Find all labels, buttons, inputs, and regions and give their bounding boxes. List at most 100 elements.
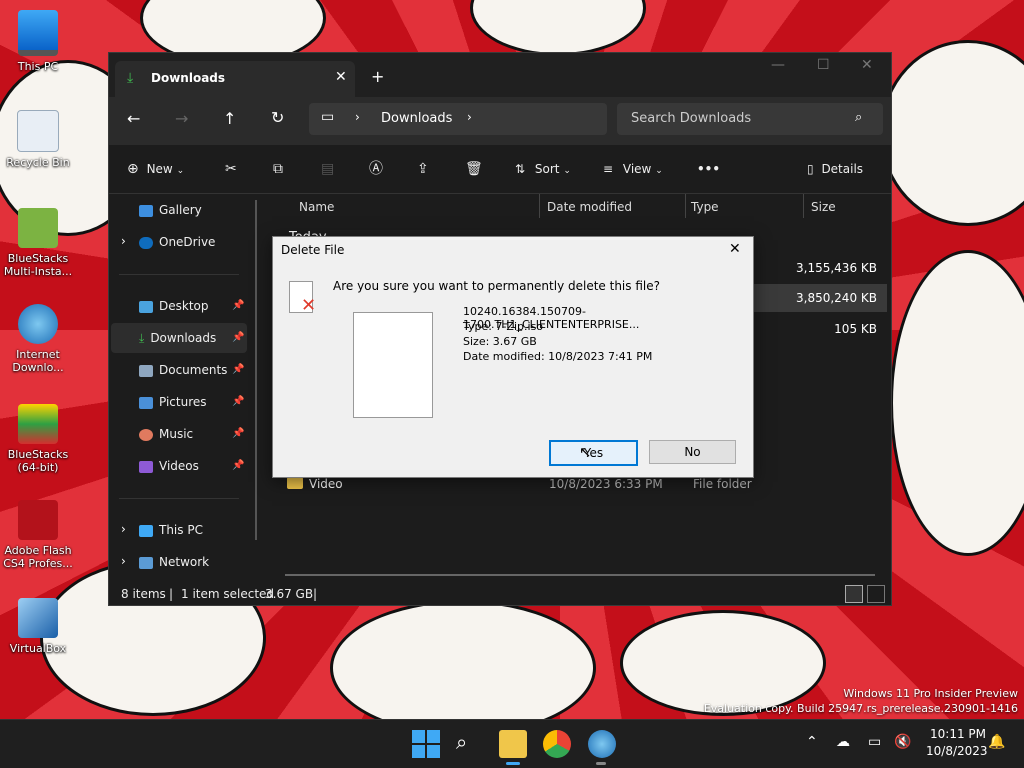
search-box[interactable]: Search Downloads ⌕ xyxy=(617,103,883,135)
sidebar-item-onedrive[interactable]: OneDrive xyxy=(139,228,215,256)
desktop-icon-recycle-bin[interactable]: Recycle Bin xyxy=(2,110,74,169)
minimize-button[interactable]: — xyxy=(771,57,785,73)
column-divider xyxy=(803,194,804,218)
sidebar-item-label: This PC xyxy=(159,523,203,537)
delete-icon[interactable]: 🗑 xyxy=(465,157,483,181)
file-explorer-taskbar-icon[interactable] xyxy=(499,730,527,758)
sidebar-item-downloads[interactable]: ⤓ Downloads xyxy=(139,324,216,352)
address-bar[interactable]: ▭ › Downloads › xyxy=(309,103,607,135)
sidebar-item-desktop[interactable]: Desktop xyxy=(139,292,209,320)
close-tab-icon[interactable]: ✕ xyxy=(335,69,347,85)
sidebar-item-label: Music xyxy=(159,427,194,441)
view-button[interactable]: ≡ View ⌄ xyxy=(603,157,663,181)
desktop-icon-label: Adobe Flash CS4 Profes... xyxy=(3,544,73,570)
chrome-icon[interactable] xyxy=(543,730,571,758)
column-header-name[interactable]: Name xyxy=(299,200,334,214)
sort-button[interactable]: ⇅ Sort ⌄ xyxy=(515,157,571,181)
chevron-right-icon[interactable]: › xyxy=(121,234,126,248)
onedrive-icon xyxy=(139,236,153,249)
breadcrumb-location[interactable]: Downloads xyxy=(381,111,452,126)
yes-button[interactable]: Yes xyxy=(549,440,638,466)
maximize-button[interactable]: ☐ xyxy=(817,57,830,73)
sidebar-item-label: Videos xyxy=(159,459,199,473)
command-bar: ⊕ New ⌄ ✂ ⧉ ▤ Ⓐ ⇪ 🗑 ⇅ Sort ⌄ ≡ View ⌄ ••… xyxy=(109,145,891,194)
new-tab-button[interactable]: + xyxy=(371,67,384,86)
up-arrow-icon[interactable]: ↑ xyxy=(223,109,236,128)
chevron-right-icon[interactable]: › xyxy=(121,554,126,568)
desktop-icon-bluestacks-multi[interactable]: BlueStacks Multi-Insta... xyxy=(2,208,74,278)
search-icon[interactable]: ⌕ xyxy=(456,730,484,758)
close-icon[interactable]: ✕ xyxy=(729,241,741,257)
sidebar-item-videos[interactable]: Videos xyxy=(139,452,199,480)
sidebar-item-gallery[interactable]: Gallery xyxy=(139,196,202,224)
title-bar: ⤓ Downloads ✕ + — ☐ ✕ xyxy=(109,53,891,97)
horizontal-scrollbar[interactable] xyxy=(285,574,875,576)
windows-watermark: Windows 11 Pro Insider Preview Evaluatio… xyxy=(704,686,1018,716)
back-arrow-icon[interactable]: ← xyxy=(127,109,140,128)
this-pc-icon xyxy=(139,524,153,537)
column-header-type[interactable]: Type xyxy=(691,200,719,214)
chevron-right-icon[interactable]: › xyxy=(121,522,126,536)
pc-icon: ▭ xyxy=(321,109,335,125)
file-size-cell: 105 KB xyxy=(834,322,877,336)
onedrive-tray-icon[interactable]: ☁ xyxy=(836,734,850,750)
forward-arrow-icon[interactable]: → xyxy=(175,109,188,128)
file-size-text: Size: 3.67 GB xyxy=(463,335,537,348)
videos-icon xyxy=(139,460,153,473)
more-options-icon[interactable]: ••• xyxy=(697,157,720,181)
sidebar-item-documents[interactable]: Documents xyxy=(139,356,227,384)
sidebar-item-network[interactable]: Network xyxy=(139,548,209,576)
chevron-down-icon: ⌄ xyxy=(176,166,185,176)
mouse-cursor-icon: ↖ xyxy=(579,443,592,461)
column-header-date[interactable]: Date modified xyxy=(547,200,632,214)
copy-icon[interactable]: ⧉ xyxy=(273,157,283,181)
tab-title: Downloads xyxy=(151,71,226,85)
status-bar: 8 items | 1 item selected 3.67 GB | xyxy=(109,583,891,605)
active-app-indicator xyxy=(506,762,520,765)
pin-icon: 📌 xyxy=(232,428,245,439)
file-thumbnail-icon xyxy=(353,312,433,418)
rename-icon[interactable]: Ⓐ xyxy=(369,157,383,181)
clock-time[interactable]: 10:11 PM xyxy=(930,727,986,741)
no-button[interactable]: No xyxy=(649,440,736,464)
sidebar-item-this-pc[interactable]: This PC xyxy=(139,516,203,544)
paste-icon[interactable]: ▤ xyxy=(321,157,334,181)
desktop-icon-label: VirtualBox xyxy=(9,642,67,655)
column-header-size[interactable]: Size xyxy=(811,200,836,214)
desktop-icon-internet-download[interactable]: Internet Downlo... xyxy=(2,304,74,374)
notification-bell-icon[interactable]: 🔔 xyxy=(988,734,1005,750)
selected-count: 1 item selected xyxy=(181,587,275,601)
cut-icon[interactable]: ✂ xyxy=(225,157,237,181)
view-label: View xyxy=(622,162,652,176)
desktop-icon-adobe-flash[interactable]: Adobe Flash CS4 Profes... xyxy=(2,500,74,570)
pin-icon: 📌 xyxy=(232,364,245,375)
display-tray-icon[interactable]: ▭ xyxy=(868,734,881,750)
chevron-up-icon[interactable]: ⌃ xyxy=(806,734,818,750)
desktop-icon-this-pc[interactable]: This PC xyxy=(2,10,74,73)
close-window-button[interactable]: ✕ xyxy=(861,57,873,73)
details-view-icon[interactable] xyxy=(845,585,863,603)
refresh-icon[interactable]: ↻ xyxy=(271,108,284,127)
details-pane-icon: ▯ xyxy=(807,162,814,176)
desktop-icon-label: BlueStacks Multi-Insta... xyxy=(3,252,73,278)
sidebar-item-music[interactable]: Music xyxy=(139,420,193,448)
sidebar-item-label: OneDrive xyxy=(159,235,216,249)
breadcrumb-chevron-icon[interactable]: › xyxy=(467,110,472,124)
tab-downloads[interactable]: ⤓ Downloads ✕ xyxy=(115,61,355,97)
desktop-icon-bluestacks[interactable]: BlueStacks (64-bit) xyxy=(2,404,74,474)
sidebar-scrollbar[interactable] xyxy=(255,200,257,540)
start-windows-icon[interactable] xyxy=(412,730,440,758)
sidebar-item-label: Network xyxy=(159,555,210,569)
internet-download-manager-taskbar-icon[interactable] xyxy=(588,730,616,758)
adobe-flash-icon xyxy=(18,500,58,540)
clock-date[interactable]: 10/8/2023 xyxy=(926,744,988,758)
new-button[interactable]: ⊕ New ⌄ xyxy=(127,157,184,181)
tiles-view-icon[interactable] xyxy=(867,585,885,603)
volume-muted-icon[interactable]: 🔇 xyxy=(894,734,911,750)
desktop-icon-virtualbox[interactable]: VirtualBox xyxy=(2,598,74,655)
sidebar-item-pictures[interactable]: Pictures xyxy=(139,388,207,416)
details-button[interactable]: ▯ Details xyxy=(807,157,863,181)
sidebar-item-label: Pictures xyxy=(159,395,207,409)
download-icon: ⤓ xyxy=(127,70,134,86)
share-icon[interactable]: ⇪ xyxy=(417,157,429,181)
